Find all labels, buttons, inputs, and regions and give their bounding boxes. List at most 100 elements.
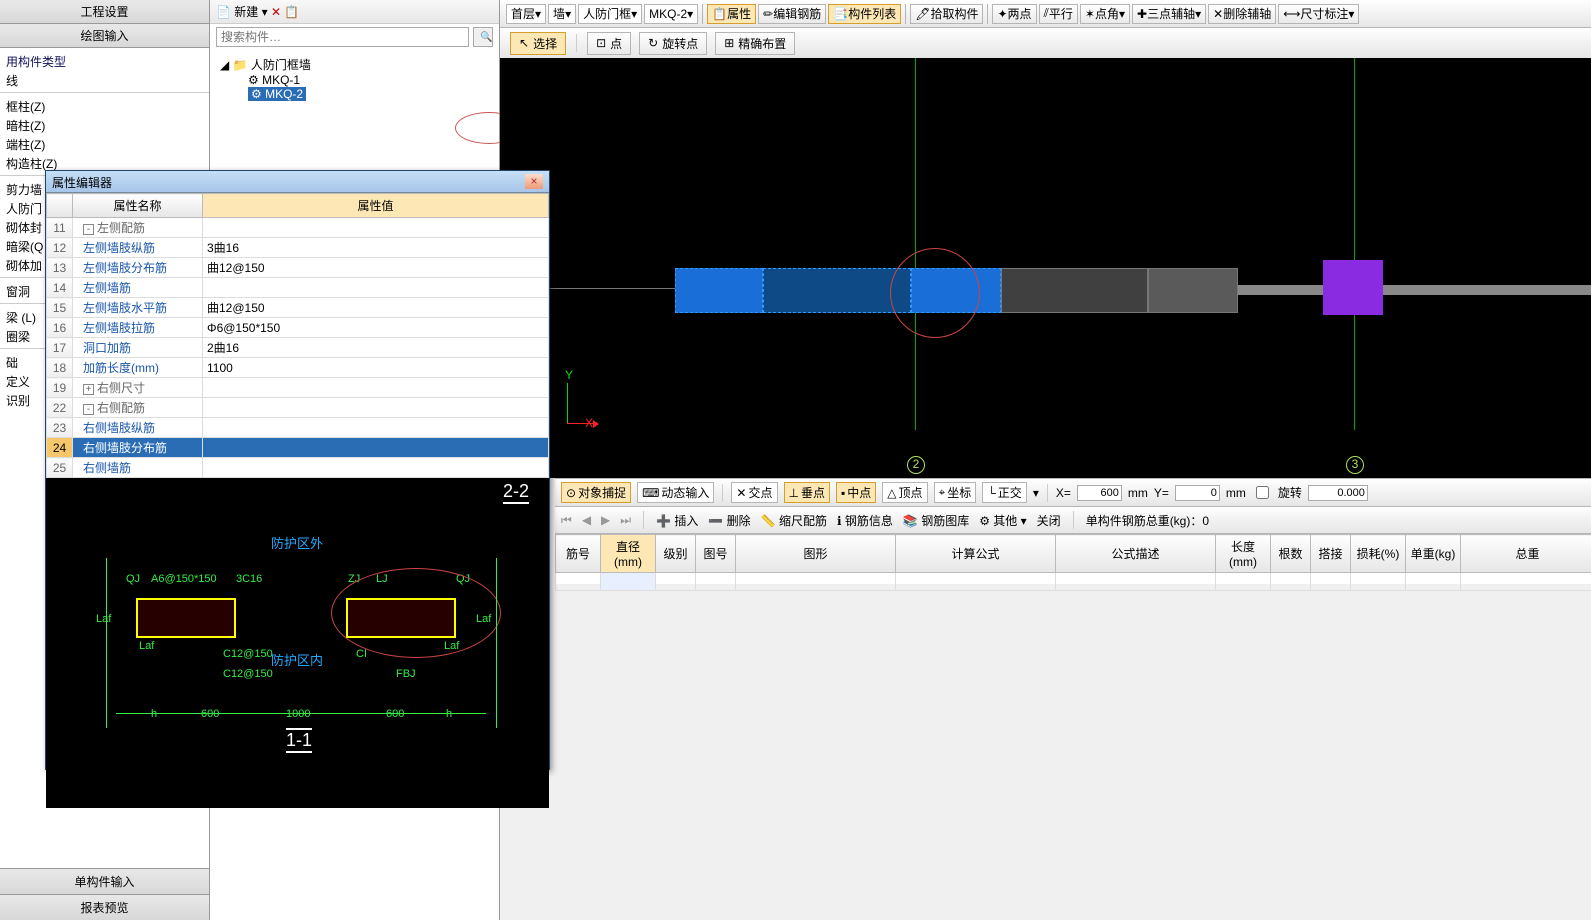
select-button[interactable]: ↖ 选择 xyxy=(510,32,566,55)
property-row[interactable]: 12左侧墙肢纵筋3曲16 xyxy=(47,238,549,258)
col-header[interactable]: 单重(kg) xyxy=(1406,535,1461,573)
insert-button[interactable]: ➕ 插入 xyxy=(656,512,698,529)
coordinate-snap[interactable]: ⌖ 坐标 xyxy=(934,482,977,503)
property-row[interactable]: 17洞口加筋2曲16 xyxy=(47,338,549,358)
top-ribbon: 首层 ▾ 墙 ▾ 人防门框 ▾ MKQ-2 ▾ 📋 属性 ✏ 编辑钢筋 📑 构件… xyxy=(500,0,1591,58)
component-tree[interactable]: ◢ 📁 人防门框墙 ⚙ MKQ-1 ⚙ MKQ-2 xyxy=(210,50,499,107)
midpoint-snap[interactable]: ▪ 中点 xyxy=(836,482,876,503)
col-header[interactable]: 根数 xyxy=(1271,535,1311,573)
vertex-snap[interactable]: △ 顶点 xyxy=(882,482,927,503)
rebar-info-button[interactable]: ℹ 钢筋信息 xyxy=(837,512,893,529)
component-list-button[interactable]: 📑 构件列表 xyxy=(828,4,901,24)
ribbon-row-2: ↖ 选择 ⊡ 点 ↻ 旋转点 ⊞ 精确布置 xyxy=(500,28,1591,58)
tree-item[interactable]: 框柱(Z) xyxy=(0,97,209,116)
property-row[interactable]: 18加筋长度(mm)1100 xyxy=(47,358,549,378)
dialog-title-bar[interactable]: 属性编辑器 × xyxy=(46,171,549,193)
property-row[interactable]: 15左侧墙肢水平筋曲12@150 xyxy=(47,298,549,318)
tree-child-selected[interactable]: ⚙ MKQ-2 xyxy=(248,87,306,101)
parallel-button[interactable]: ⫽ 平行 xyxy=(1039,4,1078,24)
rotate-point-button[interactable]: ↻ 旋转点 xyxy=(639,32,707,55)
total-weight-label: 单构件钢筋总重(kg)：0 xyxy=(1086,512,1209,529)
module-report[interactable]: 报表预览 xyxy=(0,894,209,920)
col-header[interactable]: 图号 xyxy=(696,535,736,573)
other-button[interactable]: ⚙ 其他 ▾ xyxy=(979,512,1026,529)
type-combo[interactable]: 人防门框 ▾ xyxy=(578,4,642,24)
ortho-toggle[interactable]: └ 正交 xyxy=(982,482,1027,503)
edit-rebar-button[interactable]: ✏ 编辑钢筋 xyxy=(758,4,826,24)
category-combo[interactable]: 墙 ▾ xyxy=(548,4,576,24)
delete-button[interactable]: ➖ 删除 xyxy=(708,512,750,529)
col-header-active[interactable]: 直径(mm) xyxy=(601,535,656,573)
nav-next-icon[interactable]: ▶ xyxy=(601,513,610,527)
tree-group[interactable]: 线 xyxy=(0,71,209,90)
property-row[interactable]: 23右侧墙肢纵筋 xyxy=(47,418,549,438)
rebar-library-button[interactable]: 📚 钢筋图库 xyxy=(903,512,969,529)
col-name: 属性名称 xyxy=(73,194,203,218)
dimension-button[interactable]: ⟷ 尺寸标注 ▾ xyxy=(1278,4,1359,24)
nav-first-icon[interactable]: ⏮ xyxy=(561,513,572,528)
property-row[interactable]: 24右侧墙肢分布筋 xyxy=(47,438,549,458)
property-row[interactable]: 13左侧墙肢分布筋曲12@150 xyxy=(47,258,549,278)
tree-child[interactable]: ⚙ MKQ-1 xyxy=(248,73,489,87)
snap-toolbar: ⊙ 对象捕捉 ⌨ 动态输入 ✕ 交点 ⊥ 垂点 ▪ 中点 △ 顶点 ⌖ 坐标 └… xyxy=(555,478,1591,506)
col-header[interactable]: 损耗(%) xyxy=(1351,535,1406,573)
property-grid[interactable]: 属性名称属性值 11-左侧配筋12左侧墙肢纵筋3曲1613左侧墙肢分布筋曲12@… xyxy=(46,193,549,478)
col-header[interactable]: 计算公式 xyxy=(896,535,1056,573)
nav-prev-icon[interactable]: ◀ xyxy=(582,513,591,527)
property-row[interactable]: 11-左侧配筋 xyxy=(47,218,549,238)
intersection-snap[interactable]: ✕ 交点 xyxy=(731,482,777,503)
property-row[interactable]: 22-右侧配筋 xyxy=(47,398,549,418)
search-button[interactable]: 🔍 xyxy=(473,27,493,47)
rebar-table[interactable]: 筋号 直径(mm) 级别 图号 图形 计算公式 公式描述 长度(mm) 根数 搭… xyxy=(555,534,1591,591)
col-header[interactable]: 搭接 xyxy=(1311,535,1351,573)
precise-place-button[interactable]: ⊞ 精确布置 xyxy=(715,32,795,55)
tree-parent[interactable]: ◢ 📁 人防门框墙 xyxy=(220,56,489,73)
col-header[interactable]: 总重 xyxy=(1461,535,1591,573)
search-component-input[interactable] xyxy=(216,27,469,47)
component-combo[interactable]: MKQ-2 ▾ xyxy=(644,4,698,24)
rotate-checkbox[interactable] xyxy=(1256,486,1269,499)
two-point-button[interactable]: ✦ 两点 xyxy=(992,4,1036,24)
module-header-settings[interactable]: 工程设置 xyxy=(0,0,209,24)
property-row[interactable]: 19+右侧尺寸 xyxy=(47,378,549,398)
col-header[interactable]: 公式描述 xyxy=(1056,535,1216,573)
close-icon[interactable]: × xyxy=(525,174,543,189)
object-snap-toggle[interactable]: ⊙ 对象捕捉 xyxy=(561,482,631,503)
floor-combo[interactable]: 首层 ▾ xyxy=(506,4,546,24)
pick-component-button[interactable]: 🖊 拾取构件 xyxy=(910,4,983,24)
three-point-axis-button[interactable]: ✚ 三点辅轴 ▾ xyxy=(1132,4,1206,24)
col-header[interactable]: 图形 xyxy=(736,535,896,573)
col-header[interactable]: 级别 xyxy=(656,535,696,573)
point-angle-button[interactable]: ✶ 点角 ▾ xyxy=(1080,4,1130,24)
x-label: X= xyxy=(1056,486,1071,500)
property-row[interactable]: 25右侧墙筋 xyxy=(47,458,549,478)
rotate-input[interactable] xyxy=(1308,485,1368,501)
delete-button[interactable]: ✕ xyxy=(271,5,281,19)
drawing-canvas[interactable]: 2 3 Y X xyxy=(500,58,1591,478)
property-editor-dialog[interactable]: 属性编辑器 × 属性名称属性值 11-左侧配筋12左侧墙肢纵筋3曲1613左侧墙… xyxy=(45,170,550,770)
table-row[interactable] xyxy=(556,573,1591,591)
nav-last-icon[interactable]: ⏭ xyxy=(620,513,631,528)
x-input[interactable] xyxy=(1077,485,1122,501)
delete-axis-button[interactable]: ✕ 删除辅轴 xyxy=(1208,4,1276,24)
perpendicular-snap[interactable]: ⊥ 垂点 xyxy=(784,482,830,503)
copy-button[interactable]: 📋 xyxy=(284,5,299,19)
property-button[interactable]: 📋 属性 xyxy=(707,4,756,24)
col-header[interactable]: 筋号 xyxy=(556,535,601,573)
col-header[interactable]: 长度(mm) xyxy=(1216,535,1271,573)
tree-item[interactable]: 端柱(Z) xyxy=(0,135,209,154)
point-button[interactable]: ⊡ 点 xyxy=(587,32,631,55)
col-value: 属性值 xyxy=(203,194,549,218)
new-button[interactable]: 📄 新建 ▾ xyxy=(216,5,268,19)
y-input[interactable] xyxy=(1175,485,1220,501)
property-row[interactable]: 16左侧墙肢拉筋Φ6@150*150 xyxy=(47,318,549,338)
tree-group[interactable]: 用构件类型 xyxy=(0,52,209,71)
scale-rebar-button[interactable]: 📏 缩尺配筋 xyxy=(761,512,827,529)
module-header-draw[interactable]: 绘图输入 xyxy=(0,24,209,48)
tree-item[interactable]: 暗柱(Z) xyxy=(0,116,209,135)
module-single-input[interactable]: 单构件输入 xyxy=(0,868,209,894)
property-row[interactable]: 14左侧墙筋 xyxy=(47,278,549,298)
dynamic-input-toggle[interactable]: ⌨ 动态输入 xyxy=(637,482,714,503)
close-button[interactable]: 关闭 xyxy=(1037,512,1061,529)
y-axis-label: Y xyxy=(565,368,573,382)
